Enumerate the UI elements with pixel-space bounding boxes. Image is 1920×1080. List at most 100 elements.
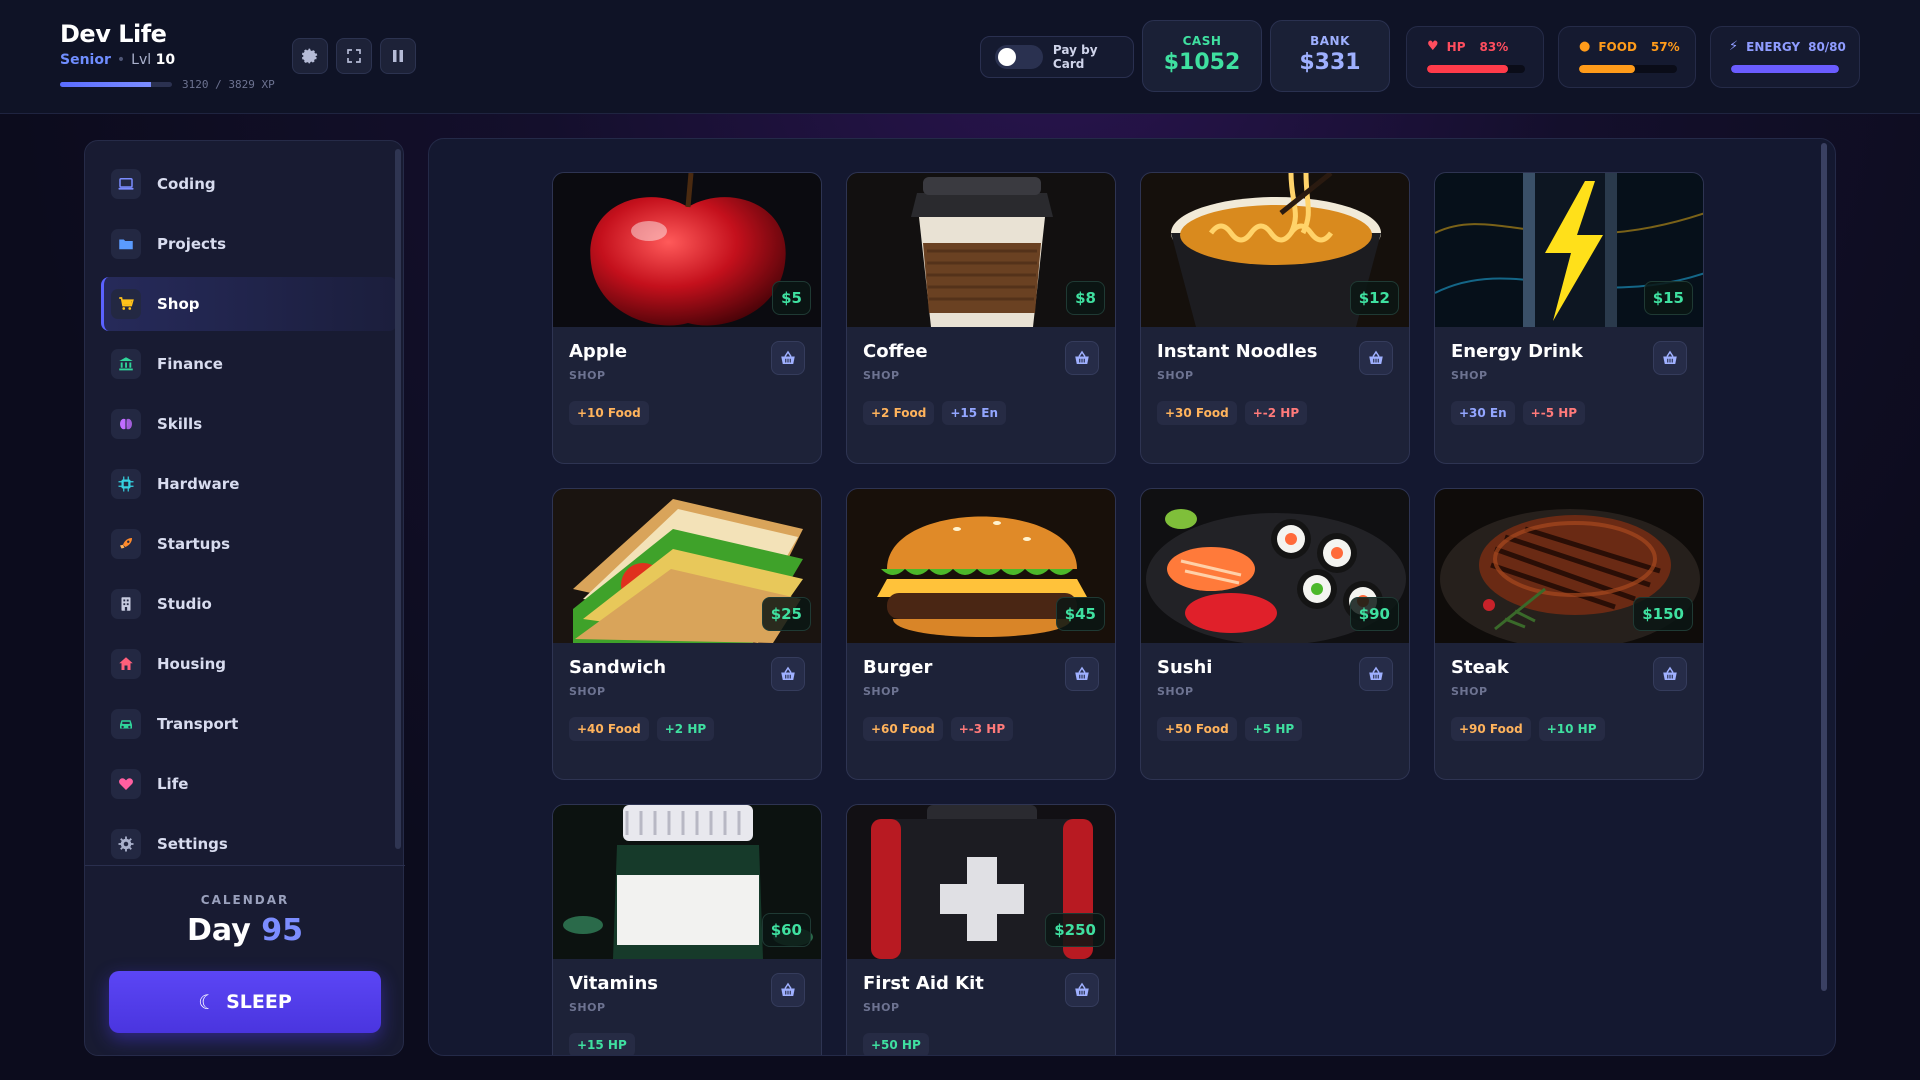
sidebar-scrollbar[interactable]	[395, 149, 401, 849]
sidebar-item-label: Finance	[157, 355, 223, 373]
shop-card-sushi[interactable]: $90 Sushi SHOP +50 Food +5 HP	[1140, 488, 1410, 780]
basket-icon	[1075, 666, 1089, 680]
sidebar-item-finance[interactable]: Finance	[101, 337, 397, 391]
sidebar-item-startups[interactable]: Startups	[101, 517, 397, 571]
buy-button[interactable]	[1359, 341, 1393, 375]
calendar-label: CALENDAR	[200, 893, 290, 907]
cart-icon	[111, 289, 141, 319]
day-display: Day 95	[85, 913, 405, 948]
effect-tag: +90 Food	[1451, 717, 1531, 741]
fullscreen-button[interactable]	[336, 38, 372, 74]
level-value: 10	[155, 52, 176, 68]
sidebar-item-projects[interactable]: Projects	[101, 217, 397, 271]
lightning-icon: ⚡	[1729, 39, 1739, 54]
item-name: First Aid Kit	[863, 973, 984, 994]
separator-dot: •	[116, 52, 126, 68]
effect-tags: +60 Food +-3 HP	[863, 717, 1021, 741]
buy-button[interactable]	[1653, 341, 1687, 375]
sleep-button[interactable]: ☾ SLEEP	[109, 971, 381, 1033]
sidebar-item-transport[interactable]: Transport	[101, 697, 397, 751]
buy-button[interactable]	[771, 341, 805, 375]
basket-icon	[1369, 666, 1383, 680]
level-label: Lvl	[131, 52, 152, 68]
item-category: SHOP	[863, 1001, 900, 1014]
pay-by-card-toggle[interactable]	[995, 45, 1043, 69]
chip-icon	[111, 469, 141, 499]
shop-card-instant-noodles[interactable]: $12 Instant Noodles SHOP +30 Food +-2 HP	[1140, 172, 1410, 464]
effect-tags: +40 Food +2 HP	[569, 717, 722, 741]
pay-by-card-label: Pay by Card	[1052, 43, 1098, 71]
shop-card-coffee[interactable]: $8 Coffee SHOP +2 Food +15 En	[846, 172, 1116, 464]
sidebar-item-label: Transport	[157, 715, 239, 733]
item-category: SHOP	[1451, 369, 1488, 382]
item-name: Sandwich	[569, 657, 667, 678]
effect-tags: +50 HP	[863, 1033, 937, 1055]
buy-button[interactable]	[1065, 657, 1099, 691]
item-category: SHOP	[1157, 369, 1194, 382]
effect-tag: +30 Food	[1157, 401, 1237, 425]
sidebar-item-housing[interactable]: Housing	[101, 637, 397, 691]
effect-tag: +-2 HP	[1244, 401, 1308, 425]
sidebar-item-coding[interactable]: Coding	[101, 157, 397, 211]
buy-button[interactable]	[1065, 341, 1099, 375]
effect-tag: +2 Food	[863, 401, 935, 425]
effect-tag: +60 Food	[863, 717, 943, 741]
hp-bar-fill	[1427, 65, 1509, 73]
top-bar: Dev Life Senior • Lvl 10 3120 / 3829 XP Pa…	[0, 0, 1920, 114]
xp-row: 3120 / 3829 XP	[60, 78, 275, 91]
effect-tag: +40 Food	[569, 717, 649, 741]
sidebar: Coding Projects Shop Finance Skills Hardware S…	[84, 140, 405, 1056]
item-name: Energy Drink	[1451, 341, 1583, 362]
sidebar-item-label: Settings	[157, 835, 228, 853]
food-icon: ●	[1579, 39, 1591, 54]
food-value: 57%	[1650, 39, 1680, 54]
buy-button[interactable]	[771, 973, 805, 1007]
shop-card-apple[interactable]: $5 Apple SHOP +10 Food	[552, 172, 822, 464]
shop-card-burger[interactable]: $45 Burger SHOP +60 Food +-3 HP	[846, 488, 1116, 780]
effect-tag: +50 Food	[1157, 717, 1237, 741]
shop-panel: $5 Apple SHOP +10 Food $8 Coffee SHOP +2 Food +…	[428, 138, 1836, 1056]
shop-card-steak[interactable]: $150 Steak SHOP +90 Food +10 HP	[1434, 488, 1704, 780]
buy-button[interactable]	[771, 657, 805, 691]
app-title: Dev Life	[60, 20, 167, 48]
food-stat: ● FOOD 57%	[1558, 26, 1696, 88]
pause-button[interactable]	[380, 38, 416, 74]
shop-card-vitamins[interactable]: $60 Vitamins SHOP +15 HP	[552, 804, 822, 1055]
sidebar-item-studio[interactable]: Studio	[101, 577, 397, 631]
shop-card-sandwich[interactable]: $25 Sandwich SHOP +40 Food +2 HP	[552, 488, 822, 780]
shop-card-first-aid-kit[interactable]: $250 First Aid Kit SHOP +50 HP	[846, 804, 1116, 1055]
heart-icon: ♥	[1427, 39, 1439, 54]
shop-scrollbar[interactable]	[1821, 143, 1827, 991]
item-category: SHOP	[569, 685, 606, 698]
item-category: SHOP	[863, 369, 900, 382]
sidebar-item-skills[interactable]: Skills	[101, 397, 397, 451]
buy-button[interactable]	[1065, 973, 1099, 1007]
sidebar-item-hardware[interactable]: Hardware	[101, 457, 397, 511]
house-icon	[111, 649, 141, 679]
buy-button[interactable]	[1359, 657, 1393, 691]
price-badge: $150	[1633, 597, 1693, 631]
price-badge: $15	[1643, 281, 1693, 315]
bank-icon	[111, 349, 141, 379]
sidebar-item-label: Studio	[157, 595, 212, 613]
effect-tags: +10 Food	[569, 401, 657, 425]
food-bar	[1579, 65, 1677, 73]
rank-line: Senior • Lvl 10	[60, 52, 175, 68]
cash-label: CASH	[1182, 34, 1222, 48]
brand: Dev Life Senior • Lvl 10	[60, 20, 175, 68]
item-name: Burger	[863, 657, 933, 678]
hp-value: 83%	[1479, 39, 1509, 54]
sidebar-item-life[interactable]: Life	[101, 757, 397, 811]
sidebar-item-shop[interactable]: Shop	[101, 277, 397, 331]
effect-tag: +10 HP	[1538, 717, 1605, 741]
building-icon	[111, 589, 141, 619]
moon-icon: ☾	[198, 990, 217, 1014]
settings-button[interactable]	[292, 38, 328, 74]
effect-tags: +90 Food +10 HP	[1451, 717, 1613, 741]
xp-bar-fill	[60, 82, 152, 87]
shop-card-energy-drink[interactable]: $15 Energy Drink SHOP +30 En +-5 HP	[1434, 172, 1704, 464]
buy-button[interactable]	[1653, 657, 1687, 691]
basket-icon	[1663, 350, 1677, 364]
sidebar-item-settings[interactable]: Settings	[101, 817, 397, 871]
item-name: Steak	[1451, 657, 1509, 678]
